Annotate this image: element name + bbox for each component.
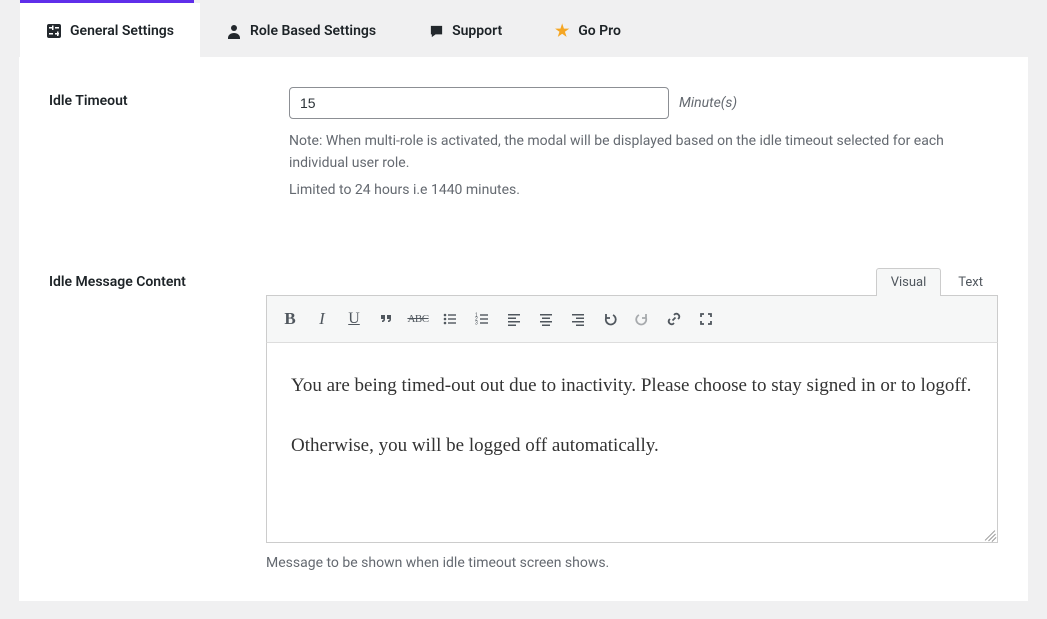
idle-timeout-input[interactable]: [289, 87, 669, 119]
idle-timeout-unit: Minute(s): [679, 95, 737, 111]
blockquote-button[interactable]: [371, 304, 401, 334]
bullet-list-button[interactable]: [435, 304, 465, 334]
editor-tab-text[interactable]: Text: [943, 268, 998, 296]
settings-tabs: General Settings Role Based Settings Sup…: [20, 3, 1047, 57]
sliders-icon: [46, 23, 62, 39]
svg-text:3: 3: [475, 321, 478, 327]
tab-general-settings[interactable]: General Settings: [20, 3, 200, 57]
editor-paragraph: You are being timed-out out due to inact…: [291, 371, 973, 400]
bold-button[interactable]: B: [275, 304, 305, 334]
idle-message-description: Message to be shown when idle timeout sc…: [266, 553, 998, 575]
tab-label: Go Pro: [578, 23, 621, 39]
field-label: Idle Message Content: [49, 268, 266, 290]
numbered-list-button[interactable]: 123: [467, 304, 497, 334]
editor-tab-visual[interactable]: Visual: [876, 268, 942, 296]
editor-toolbar: B I U ABC 123: [266, 295, 998, 343]
tab-role-based-settings[interactable]: Role Based Settings: [200, 3, 402, 57]
strikethrough-button[interactable]: ABC: [403, 304, 433, 334]
editor-paragraph: Otherwise, you will be logged off automa…: [291, 431, 973, 460]
underline-button[interactable]: U: [339, 304, 369, 334]
star-icon: ★: [554, 23, 570, 39]
resize-handle-icon[interactable]: [981, 526, 995, 540]
tab-label: Role Based Settings: [250, 23, 376, 39]
settings-panel: Idle Timeout Minute(s) Note: When multi-…: [19, 57, 1028, 601]
tab-support[interactable]: Support: [402, 3, 528, 57]
tab-go-pro[interactable]: ★ Go Pro: [528, 3, 647, 57]
field-idle-message: Idle Message Content Visual Text B I U: [49, 268, 998, 581]
field-idle-timeout: Idle Timeout Minute(s) Note: When multi-…: [49, 87, 998, 208]
field-label: Idle Timeout: [49, 87, 289, 109]
editor-content[interactable]: You are being timed-out out due to inact…: [266, 343, 998, 543]
idle-timeout-limit: Limited to 24 hours i.e 1440 minutes.: [289, 180, 998, 202]
tab-label: Support: [452, 23, 502, 39]
italic-button[interactable]: I: [307, 304, 337, 334]
tab-label: General Settings: [70, 23, 174, 39]
editor-mode-tabs: Visual Text: [266, 268, 998, 296]
redo-button[interactable]: [627, 304, 657, 334]
align-left-button[interactable]: [499, 304, 529, 334]
align-center-button[interactable]: [531, 304, 561, 334]
align-right-button[interactable]: [563, 304, 593, 334]
undo-button[interactable]: [595, 304, 625, 334]
fullscreen-button[interactable]: [691, 304, 721, 334]
user-icon: [226, 23, 242, 39]
link-button[interactable]: [659, 304, 689, 334]
idle-timeout-note: Note: When multi-role is activated, the …: [289, 131, 998, 174]
chat-icon: [428, 23, 444, 39]
